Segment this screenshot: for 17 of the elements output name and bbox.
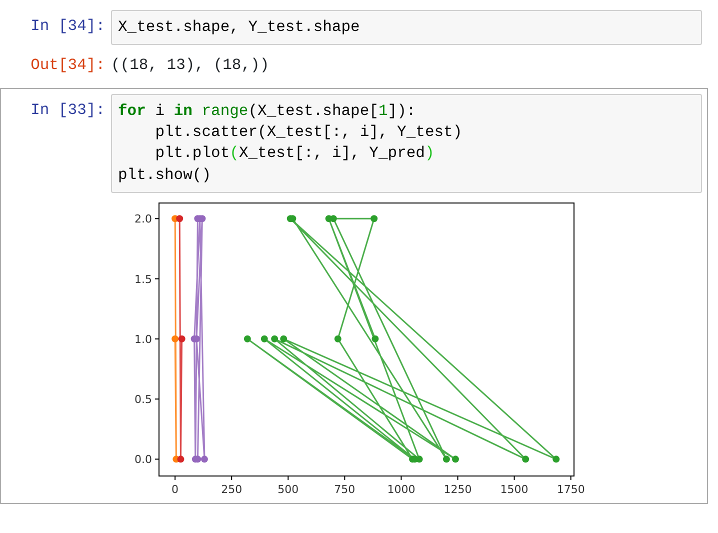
x-tick-label: 0 [172,483,179,496]
output-prompt: Out[34]: [30,55,106,76]
y-tick-label: 0.0 [134,453,152,466]
x-tick-label: 1750 [556,483,585,496]
x-tick-label: 500 [278,483,299,496]
input-prompt: In [34]: [30,16,106,37]
x-tick-label: 250 [221,483,242,496]
y-tick-label: 1.5 [134,272,152,286]
y-tick-label: 0.5 [134,393,152,406]
x-tick-label: 1000 [387,483,416,496]
x-tick-label: 1250 [444,483,472,496]
x-tick-label: 1500 [500,483,528,496]
output-text: ((18, 13), (18,)) [111,55,270,76]
input-prompt: In [33]: [30,100,106,121]
y-tick-label: 1.0 [134,333,152,346]
x-tick-label: 750 [334,483,356,496]
y-tick-label: 2.0 [134,212,152,226]
